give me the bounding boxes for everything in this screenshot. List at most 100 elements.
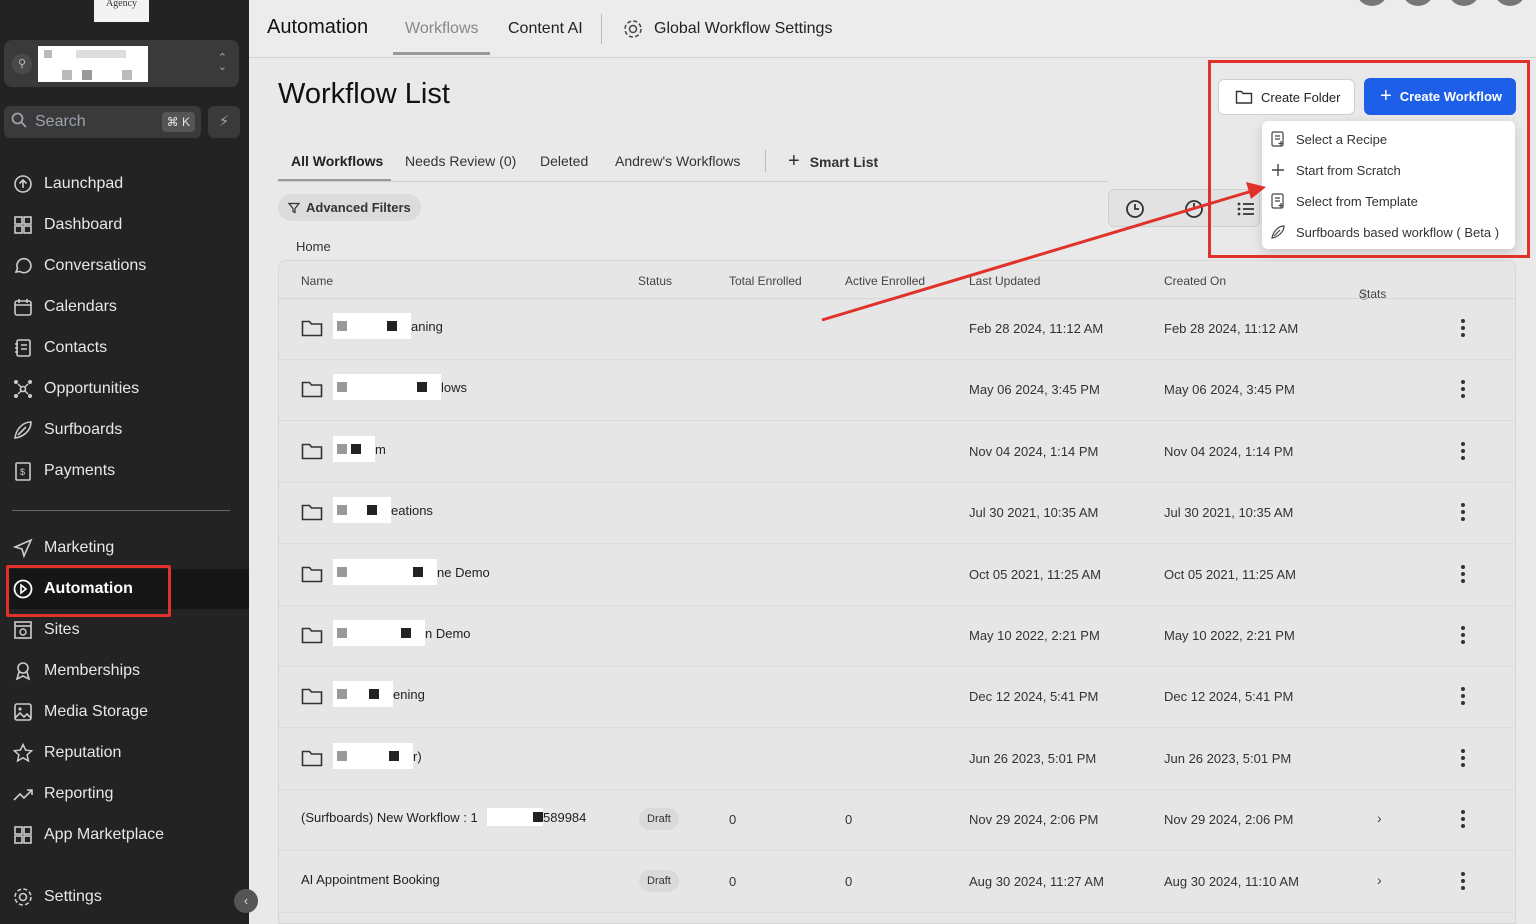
workflow-table: Name Status Total Enrolled Active Enroll…: [278, 260, 1516, 924]
history-icon[interactable]: [1124, 198, 1146, 220]
table-row[interactable]: r) Jun 26 2023, 5:01 PM Jun 26 2023, 5:01 …: [279, 729, 1515, 790]
more-options-icon[interactable]: [1459, 870, 1467, 892]
sidebar-item-reputation[interactable]: Reputation: [12, 733, 248, 773]
created-on: Nov 04 2024, 1:14 PM: [1164, 443, 1294, 459]
sidebar-item-settings[interactable]: Settings: [12, 877, 248, 917]
tab-needs-review[interactable]: Needs Review (0): [405, 153, 516, 169]
sidebar-item-contacts[interactable]: Contacts: [12, 328, 248, 368]
image-icon: [14, 703, 32, 721]
created-on: Jun 26 2023, 5:01 PM: [1164, 750, 1292, 766]
table-row[interactable]: ne Demo Oct 05 2021, 11:25 AM Oct 05 2021,…: [279, 545, 1515, 606]
sidebar-item-opportunities[interactable]: Opportunities: [12, 369, 248, 409]
more-options-icon[interactable]: [1459, 808, 1467, 830]
more-options-icon[interactable]: [1459, 685, 1467, 707]
folder-name[interactable]: r): [413, 749, 422, 764]
account-switcher[interactable]: ⚲ ⌃ ⌄: [4, 40, 239, 87]
more-options-icon[interactable]: [1459, 440, 1467, 462]
more-options-icon[interactable]: [1459, 317, 1467, 339]
tab-workflows[interactable]: Workflows: [405, 20, 479, 38]
redacted-folder-name: [333, 620, 425, 646]
chat-icon: [14, 257, 32, 274]
sidebar-item-media-storage[interactable]: Media Storage: [12, 692, 248, 732]
quick-actions-button[interactable]: ⚡: [208, 106, 240, 138]
avatar[interactable]: [1448, 0, 1480, 6]
table-row[interactable]: eations Jul 30 2021, 10:35 AM Jul 30 2021,…: [279, 483, 1515, 545]
table-row[interactable]: lows May 06 2024, 3:45 PM May 06 2024, 3:4…: [279, 360, 1515, 422]
sidebar-item-memberships[interactable]: Memberships: [12, 651, 248, 691]
total-enrolled: 0: [729, 812, 737, 828]
avatar[interactable]: [1402, 0, 1434, 6]
folder-icon: [301, 626, 323, 644]
global-settings-label: Global Workflow Settings: [654, 20, 833, 37]
last-updated: Nov 29 2024, 2:06 PM: [969, 812, 1099, 828]
sidebar-item-label: Reputation: [44, 744, 122, 761]
folder-icon: [301, 565, 323, 583]
avatar[interactable]: [1356, 0, 1388, 6]
header-avatars: [1356, 0, 1526, 6]
redacted-id: [487, 808, 543, 827]
sidebar-search[interactable]: Search ⌘ K: [4, 106, 201, 138]
redacted-folder-name: [333, 558, 437, 585]
tab-all-workflows[interactable]: All Workflows: [291, 153, 383, 169]
table-row[interactable]: ening Dec 12 2024, 5:41 PM Dec 12 2024, 5:…: [279, 667, 1515, 729]
workflow-name[interactable]: AI Appointment Booking: [301, 872, 440, 887]
chevron-right-icon[interactable]: ›: [1377, 810, 1382, 826]
sidebar-item-dashboard[interactable]: Dashboard: [12, 205, 248, 245]
folder-name[interactable]: ening: [393, 687, 425, 702]
table-row[interactable]: n Demo May 10 2022, 2:21 PM May 10 2022, 2…: [279, 606, 1515, 667]
table-row[interactable]: AI Appointment Booking Draft 0 0 Aug 30 2024…: [279, 852, 1515, 913]
advanced-filters-button[interactable]: Advanced Filters: [278, 194, 421, 221]
star-icon: [12, 742, 34, 763]
more-options-icon[interactable]: [1459, 624, 1467, 646]
location-icon: ⚲: [12, 54, 32, 74]
sidebar-item-conversations[interactable]: Conversations: [12, 246, 248, 286]
table-row[interactable]: m Nov 04 2024, 1:14 PM Nov 04 2024, 1:14 P…: [279, 422, 1515, 483]
sidebar-item-launchpad[interactable]: Launchpad: [12, 164, 248, 204]
sidebar-item-app-marketplace[interactable]: App Marketplace: [12, 815, 248, 855]
folder-name[interactable]: ne Demo: [437, 565, 490, 580]
column-status[interactable]: Status: [638, 274, 672, 288]
column-name[interactable]: Name: [301, 274, 333, 288]
sidebar-item-label: Dashboard: [44, 216, 123, 233]
logo-text: Agency: [105, 0, 138, 9]
status-badge: Draft: [639, 808, 679, 831]
last-updated: May 10 2022, 2:21 PM: [969, 628, 1100, 643]
smart-list-button[interactable]: + Smart List: [788, 150, 878, 173]
table-row[interactable]: aning Feb 28 2024, 11:12 AM Feb 28 2024, 1…: [279, 299, 1515, 360]
column-total-enrolled[interactable]: Total Enrolled: [729, 274, 802, 288]
sidebar-divider: [12, 510, 230, 511]
sidebar-item-label: Surfboards: [44, 421, 123, 438]
more-options-icon[interactable]: [1459, 378, 1467, 400]
avatar[interactable]: [1494, 0, 1526, 6]
clock-icon[interactable]: [1183, 198, 1205, 220]
workflow-name[interactable]: (Surfboards) New Workflow : 1: [301, 810, 478, 825]
global-workflow-settings-button[interactable]: Global Workflow Settings: [622, 18, 832, 40]
more-options-icon[interactable]: [1459, 501, 1467, 523]
sidebar-item-payments[interactable]: $ Payments: [12, 451, 248, 491]
folder-name[interactable]: lows: [441, 380, 467, 395]
last-updated: Nov 04 2024, 1:14 PM: [969, 443, 1099, 459]
folder-name[interactable]: aning: [411, 319, 443, 334]
column-created-on[interactable]: Created On: [1164, 274, 1226, 288]
payments-icon: $: [15, 462, 31, 481]
breadcrumb[interactable]: Home: [296, 239, 331, 254]
total-enrolled: 0: [729, 873, 737, 889]
folder-name[interactable]: m: [375, 442, 386, 457]
column-active-enrolled[interactable]: Active Enrolled: [845, 274, 925, 288]
more-options-icon[interactable]: [1459, 747, 1467, 769]
chevron-right-icon[interactable]: ›: [1377, 872, 1382, 888]
folder-name[interactable]: n Demo: [425, 626, 471, 641]
collapse-sidebar-button[interactable]: ‹: [234, 889, 258, 913]
sidebar-item-calendars[interactable]: Calendars: [12, 287, 248, 327]
tab-andrews-workflows[interactable]: Andrew's Workflows: [615, 153, 740, 169]
folder-name[interactable]: eations: [391, 503, 433, 518]
sidebar-item-marketing[interactable]: Marketing: [12, 528, 248, 568]
tab-deleted[interactable]: Deleted: [540, 153, 588, 169]
column-last-updated[interactable]: Last Updated: [969, 274, 1040, 288]
tab-content-ai[interactable]: Content AI: [508, 20, 583, 38]
search-icon: [11, 112, 27, 128]
sidebar-item-surfboards[interactable]: Surfboards: [12, 410, 248, 450]
table-row[interactable]: (Surfboards) New Workflow : 1 589984 Draft…: [279, 790, 1515, 852]
sidebar-item-reporting[interactable]: Reporting: [12, 774, 248, 814]
more-options-icon[interactable]: [1459, 563, 1467, 585]
